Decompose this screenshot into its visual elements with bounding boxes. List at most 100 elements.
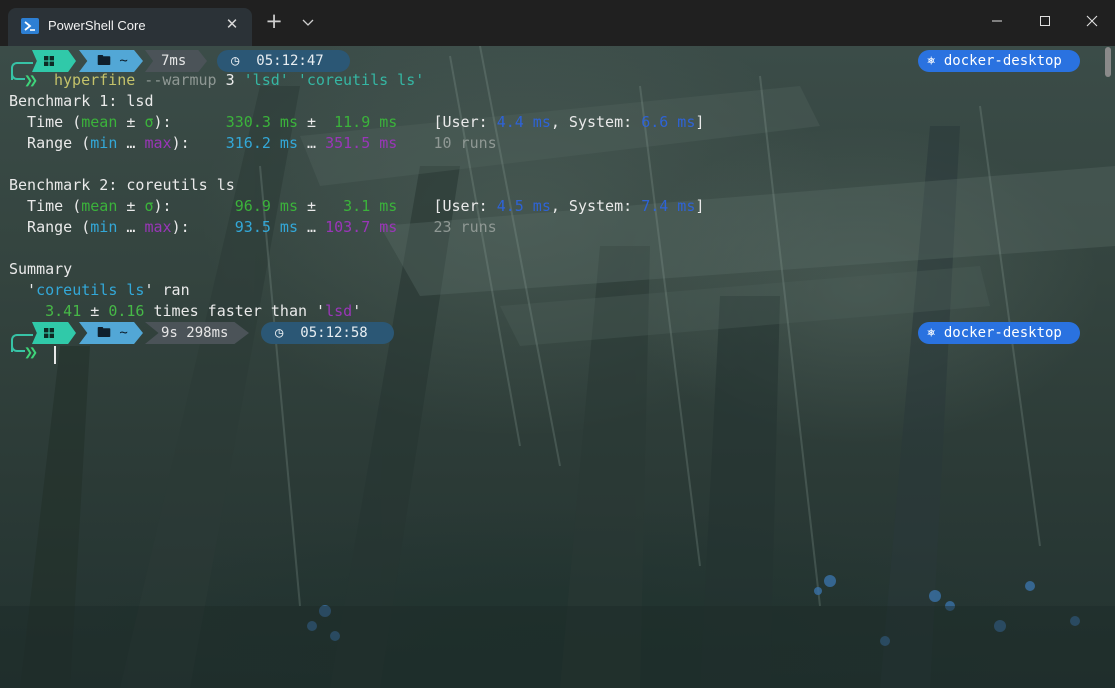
close-tab-icon[interactable]: ✕ <box>224 16 240 32</box>
time-label: ◷ 05:12:58 <box>275 325 368 341</box>
ran-label: ' ran <box>144 281 190 299</box>
directory-label: 🖿 ~ <box>97 53 128 69</box>
minimize-icon[interactable] <box>983 8 1011 34</box>
windows-segment <box>32 50 76 72</box>
bracket-close: ] <box>695 197 705 215</box>
system-value: 7.4 ms <box>641 197 696 215</box>
tab-powershell-core[interactable]: PowerShell Core ✕ <box>8 8 252 46</box>
system-value: 6.6 ms <box>641 113 696 131</box>
pm-label: ± <box>298 113 326 131</box>
time-label: ◷ 05:12:47 <box>231 53 324 69</box>
max-value: 351.5 ms <box>325 134 398 152</box>
directory-segment: 🖿 ~ <box>79 322 143 344</box>
benchmark-1-time: Time (mean ± σ): 330.3 ms ± 11.9 ms [Use… <box>9 112 704 133</box>
terminal-output: 🖿 ~ 7ms ◷ 05:12:47 ⎈ docker-desktop ❯❯ hy… <box>0 46 1115 688</box>
quote: ' <box>352 302 362 320</box>
windows-icon <box>44 328 54 338</box>
new-tab-button[interactable]: + <box>264 11 284 33</box>
prompt-line-2: 🖿 ~ 9s 298ms ◷ 05:12:58 ⎈ docker-desktop <box>0 322 1115 352</box>
prompt-connector <box>11 340 25 352</box>
command-name: hyperfine <box>54 71 136 89</box>
user-value: 4.5 ms <box>496 197 551 215</box>
windows-segment <box>32 322 76 344</box>
summary-fastest: 'coreutils ls' ran <box>9 280 190 301</box>
sigma-label: σ <box>144 113 154 131</box>
system-label: , System: <box>550 197 642 215</box>
time-segment: ◷ 05:12:58 <box>261 322 394 344</box>
mean-value: 96.9 ms <box>171 197 298 215</box>
benchmark-2-time: Time (mean ± σ): 96.9 ms ± 3.1 ms [User:… <box>9 196 704 217</box>
tab-title: PowerShell Core <box>48 18 146 33</box>
windows-icon <box>44 56 54 66</box>
range-label: Range ( <box>9 218 91 236</box>
command-line-2[interactable]: ❯❯ <box>0 340 72 363</box>
min-value: 316.2 ms <box>189 134 298 152</box>
user-label: [User: <box>397 113 497 131</box>
min-value: 93.5 ms <box>189 218 298 236</box>
mean-label: mean <box>81 197 118 215</box>
user-label: [User: <box>397 197 497 215</box>
time-label: Time ( <box>9 113 82 131</box>
docker-context-label: ⎈ docker-desktop <box>927 53 1062 69</box>
user-value: 4.4 ms <box>496 113 551 131</box>
benchmark-2-header: Benchmark 2: coreutils ls <box>9 176 235 194</box>
text-cursor <box>54 346 56 364</box>
pm-label: ± <box>117 197 145 215</box>
ratio-value: 3.41 <box>45 302 82 320</box>
maximize-icon[interactable] <box>1031 8 1059 34</box>
summary-ratio: 3.41 ± 0.16 times faster than 'lsd' <box>9 301 361 322</box>
ellipsis: … <box>298 134 326 152</box>
slowest-command: lsd <box>325 302 353 320</box>
command-line-1: ❯❯ hyperfine --warmup 3 'lsd' 'coreutils … <box>0 68 424 91</box>
time-label: Time ( <box>9 197 82 215</box>
pm-label: ± <box>81 302 109 320</box>
system-label: , System: <box>550 113 642 131</box>
runs-count: 10 runs <box>397 134 497 152</box>
sigma-value: 3.1 ms <box>325 197 398 215</box>
docker-context-label: ⎈ docker-desktop <box>927 325 1062 341</box>
prompt-line-1: 🖿 ~ 7ms ◷ 05:12:47 ⎈ docker-desktop <box>0 50 1115 80</box>
close-paren: ): <box>171 218 190 236</box>
sigma-label: σ <box>144 197 154 215</box>
prompt-chevron-icon: ❯❯ <box>24 71 38 89</box>
max-label: max <box>144 134 172 152</box>
prompt-connector <box>11 68 25 80</box>
min-label: min <box>90 218 118 236</box>
quote: ' <box>9 281 37 299</box>
terminal-pane[interactable]: 🖿 ~ 7ms ◷ 05:12:47 ⎈ docker-desktop ❯❯ hy… <box>0 46 1115 688</box>
docker-context-segment: ⎈ docker-desktop <box>918 50 1080 72</box>
benchmark-1-header: Benchmark 1: lsd <box>9 92 154 110</box>
title-bar: PowerShell Core ✕ + <box>0 0 1115 46</box>
terminal-window: PowerShell Core ✕ + 🖿 ~ 7ms ◷ 05:12:47 ⎈… <box>0 0 1115 688</box>
range-label: Range ( <box>9 134 91 152</box>
duration-label: 9s 298ms <box>161 325 229 341</box>
command-flag: --warmup <box>135 71 217 89</box>
benchmark-1-range: Range (min … max): 316.2 ms … 351.5 ms 1… <box>9 133 497 154</box>
max-value: 103.7 ms <box>325 218 398 236</box>
close-paren: ): <box>171 134 190 152</box>
directory-segment: 🖿 ~ <box>79 50 143 72</box>
duration-label: 7ms <box>161 53 187 69</box>
close-paren: ): <box>153 197 172 215</box>
prompt-chevron-icon: ❯❯ <box>24 343 38 361</box>
docker-context-segment: ⎈ docker-desktop <box>918 322 1080 344</box>
max-label: max <box>144 218 172 236</box>
command-arg: 3 <box>216 71 235 89</box>
ellipsis: … <box>298 218 326 236</box>
close-icon[interactable] <box>1078 8 1106 34</box>
runs-count: 23 runs <box>397 218 497 236</box>
chevron-down-icon[interactable] <box>300 14 316 30</box>
pm-label: ± <box>117 113 145 131</box>
fastest-command: coreutils ls <box>36 281 145 299</box>
sigma-value: 11.9 ms <box>325 113 398 131</box>
ratio-error: 0.16 <box>108 302 145 320</box>
time-segment: ◷ 05:12:47 <box>217 50 350 72</box>
min-label: min <box>90 134 118 152</box>
powershell-icon <box>21 18 39 34</box>
directory-label: 🖿 ~ <box>97 325 128 341</box>
mean-label: mean <box>81 113 118 131</box>
faster-than-label: times faster than ' <box>144 302 326 320</box>
mean-value: 330.3 ms <box>171 113 298 131</box>
summary-header: Summary <box>9 260 73 278</box>
